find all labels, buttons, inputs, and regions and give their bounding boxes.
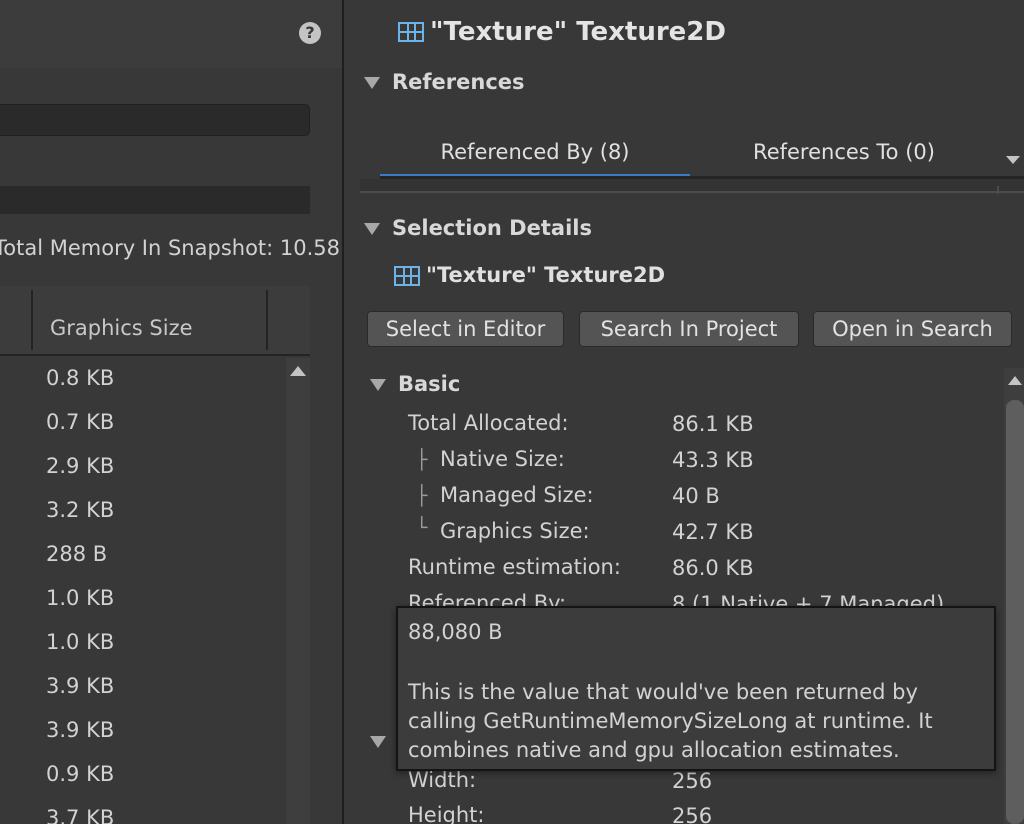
graphics-size-value: 42.7 KB [672,520,754,544]
references-tabs: Referenced By (8) References To (0) [380,130,1004,178]
managed-size-label: Managed Size: [440,483,594,507]
references-foldout-icon[interactable] [364,77,380,89]
table-body [0,358,286,824]
table-row[interactable]: 2.9 KB [46,454,114,478]
scroll-up-arrow-icon[interactable] [290,366,306,376]
tab-references-to[interactable]: References To (0) [690,130,998,178]
table-row[interactable]: 0.7 KB [46,410,114,434]
table-row[interactable]: 0.8 KB [46,366,114,390]
total-allocated-value: 86.1 KB [672,412,754,436]
left-toolbar [0,0,343,68]
total-allocated-label: Total Allocated: [408,411,569,435]
native-size-value: 43.3 KB [672,448,754,472]
runtime-estimation-label[interactable]: Runtime estimation: [408,555,621,579]
search-input[interactable] [0,104,310,136]
graphics-size-label: Graphics Size: [440,519,590,543]
object-title: "Texture" Texture2D [430,17,726,47]
width-value: 256 [672,769,713,793]
table-row[interactable]: 1.0 KB [46,630,114,654]
help-icon[interactable]: ? [299,22,321,44]
table-row[interactable]: 3.9 KB [46,718,114,742]
tab-referenced-by[interactable]: Referenced By (8) [380,130,690,178]
width-label: Width: [408,768,477,792]
selection-details-foldout-icon[interactable] [364,223,380,235]
table-row[interactable]: 288 B [46,542,107,566]
runtime-estimation-value[interactable]: 86.0 KB [672,556,754,580]
tree-branch-icon: ├ [416,449,428,471]
scroll-up-arrow-icon[interactable] [1008,376,1022,385]
table-scrollbar[interactable] [286,358,310,824]
texture-icon [394,266,420,286]
tooltip-description: This is the value that would've been ret… [408,680,933,762]
table-row[interactable]: 0.9 KB [46,762,114,786]
tab-dropdown-icon[interactable] [1006,156,1020,164]
basic-foldout-icon[interactable] [370,379,386,391]
total-memory-label: Total Memory In Snapshot: 10.58 GB [0,236,378,260]
texture-foldout-icon[interactable] [370,736,386,748]
runtime-estimation-tooltip: 88,080 B This is the value that would've… [396,606,996,771]
filter-bar [0,186,310,214]
search-in-project-button[interactable]: Search In Project [579,311,799,347]
select-in-editor-button[interactable]: Select in Editor [367,311,564,347]
managed-size-value: 40 B [672,484,720,508]
table-row[interactable]: 3.9 KB [46,674,114,698]
scrollbar-thumb[interactable] [1006,400,1024,824]
selection-details-section-title[interactable]: Selection Details [392,216,592,240]
references-section-title[interactable]: References [392,70,525,94]
references-content [360,179,1024,193]
tree-branch-icon: ├ [416,485,428,507]
selection-title: "Texture" Texture2D [426,263,666,287]
table-row[interactable]: 3.2 KB [46,498,114,522]
height-label: Height: [408,803,485,824]
basic-section-title[interactable]: Basic [398,372,460,396]
graphics-size-column-header[interactable]: Graphics Size [50,316,193,340]
texture-icon [398,22,424,42]
height-value: 256 [672,804,713,824]
column-divider[interactable] [31,290,33,350]
table-row[interactable]: 1.0 KB [46,586,114,610]
content-divider [997,186,999,194]
column-divider[interactable] [266,290,268,350]
tooltip-bytes-value: 88,080 B [408,620,503,644]
table-row[interactable]: 3.7 KB [46,806,114,824]
native-size-label: Native Size: [440,447,565,471]
open-in-search-button[interactable]: Open in Search [813,311,1012,347]
tree-end-icon: └ [416,517,428,539]
